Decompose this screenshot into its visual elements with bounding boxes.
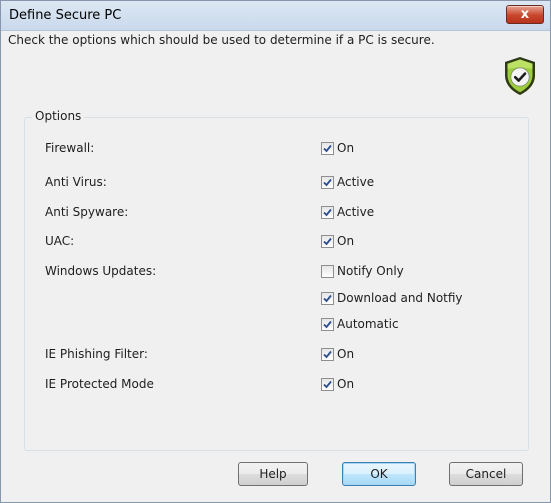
checkbox-box[interactable] bbox=[321, 291, 334, 305]
window-title: Define Secure PC bbox=[9, 8, 122, 23]
checkmark-icon bbox=[323, 208, 332, 216]
firewall-on-checkbox[interactable]: On bbox=[321, 140, 354, 156]
checkbox-label: Active bbox=[337, 175, 375, 189]
checkbox-box[interactable] bbox=[321, 205, 334, 219]
shield-check-icon bbox=[505, 57, 535, 95]
checkbox-label: On bbox=[337, 141, 355, 155]
checkbox-box[interactable] bbox=[321, 264, 334, 278]
checkbox-box[interactable] bbox=[321, 141, 334, 155]
checkbox-box[interactable] bbox=[321, 317, 334, 331]
checkbox-box[interactable] bbox=[321, 377, 334, 391]
instruction-text: Check the options which should be used t… bbox=[8, 33, 435, 47]
anti-virus-active-checkbox[interactable]: Active bbox=[321, 174, 374, 190]
checkmark-icon bbox=[323, 350, 332, 358]
anti-spyware-label: Anti Spyware: bbox=[45, 205, 129, 219]
checkbox-label: Active bbox=[337, 205, 375, 219]
ie-phishing-filter-label: IE Phishing Filter: bbox=[45, 347, 148, 361]
uac-label: UAC: bbox=[45, 234, 75, 248]
options-group-label: Options bbox=[32, 109, 85, 123]
updates-notify-only-checkbox[interactable]: Notify Only bbox=[321, 263, 404, 279]
ok-button[interactable]: OK bbox=[342, 462, 416, 486]
checkbox-label: On bbox=[337, 234, 355, 248]
updates-automatic-checkbox[interactable]: Automatic bbox=[321, 316, 399, 332]
checkmark-icon bbox=[323, 144, 332, 152]
windows-updates-label: Windows Updates: bbox=[45, 264, 157, 278]
cancel-button[interactable]: Cancel bbox=[449, 462, 523, 486]
firewall-label: Firewall: bbox=[45, 141, 95, 155]
help-button[interactable]: Help bbox=[238, 462, 308, 486]
options-groupbox bbox=[24, 117, 529, 451]
checkmark-icon bbox=[323, 294, 332, 302]
close-button[interactable]: x bbox=[506, 5, 544, 24]
checkbox-label: Automatic bbox=[337, 317, 399, 331]
checkbox-label: Download and Notfiy bbox=[337, 291, 463, 305]
checkmark-icon bbox=[323, 237, 332, 245]
checkbox-label: Notify Only bbox=[337, 264, 404, 278]
checkbox-box[interactable] bbox=[321, 175, 334, 189]
uac-on-checkbox[interactable]: On bbox=[321, 233, 354, 249]
checkmark-icon bbox=[323, 178, 332, 186]
anti-spyware-active-checkbox[interactable]: Active bbox=[321, 204, 374, 220]
ie-protected-mode-label: IE Protected Mode bbox=[45, 377, 154, 391]
ie-protected-mode-on-checkbox[interactable]: On bbox=[321, 376, 354, 392]
checkbox-label: On bbox=[337, 377, 355, 391]
checkbox-label: On bbox=[337, 347, 355, 361]
dialog-window: Define Secure PC x Check the options whi… bbox=[0, 0, 551, 503]
checkmark-icon bbox=[323, 320, 332, 328]
checkmark-icon bbox=[323, 380, 332, 388]
ie-phishing-filter-on-checkbox[interactable]: On bbox=[321, 346, 354, 362]
checkbox-box[interactable] bbox=[321, 347, 334, 361]
anti-virus-label: Anti Virus: bbox=[45, 175, 107, 189]
updates-download-notify-checkbox[interactable]: Download and Notfiy bbox=[321, 290, 463, 306]
close-icon: x bbox=[520, 7, 530, 22]
title-bar: Define Secure PC x bbox=[1, 1, 550, 31]
checkbox-box[interactable] bbox=[321, 234, 334, 248]
